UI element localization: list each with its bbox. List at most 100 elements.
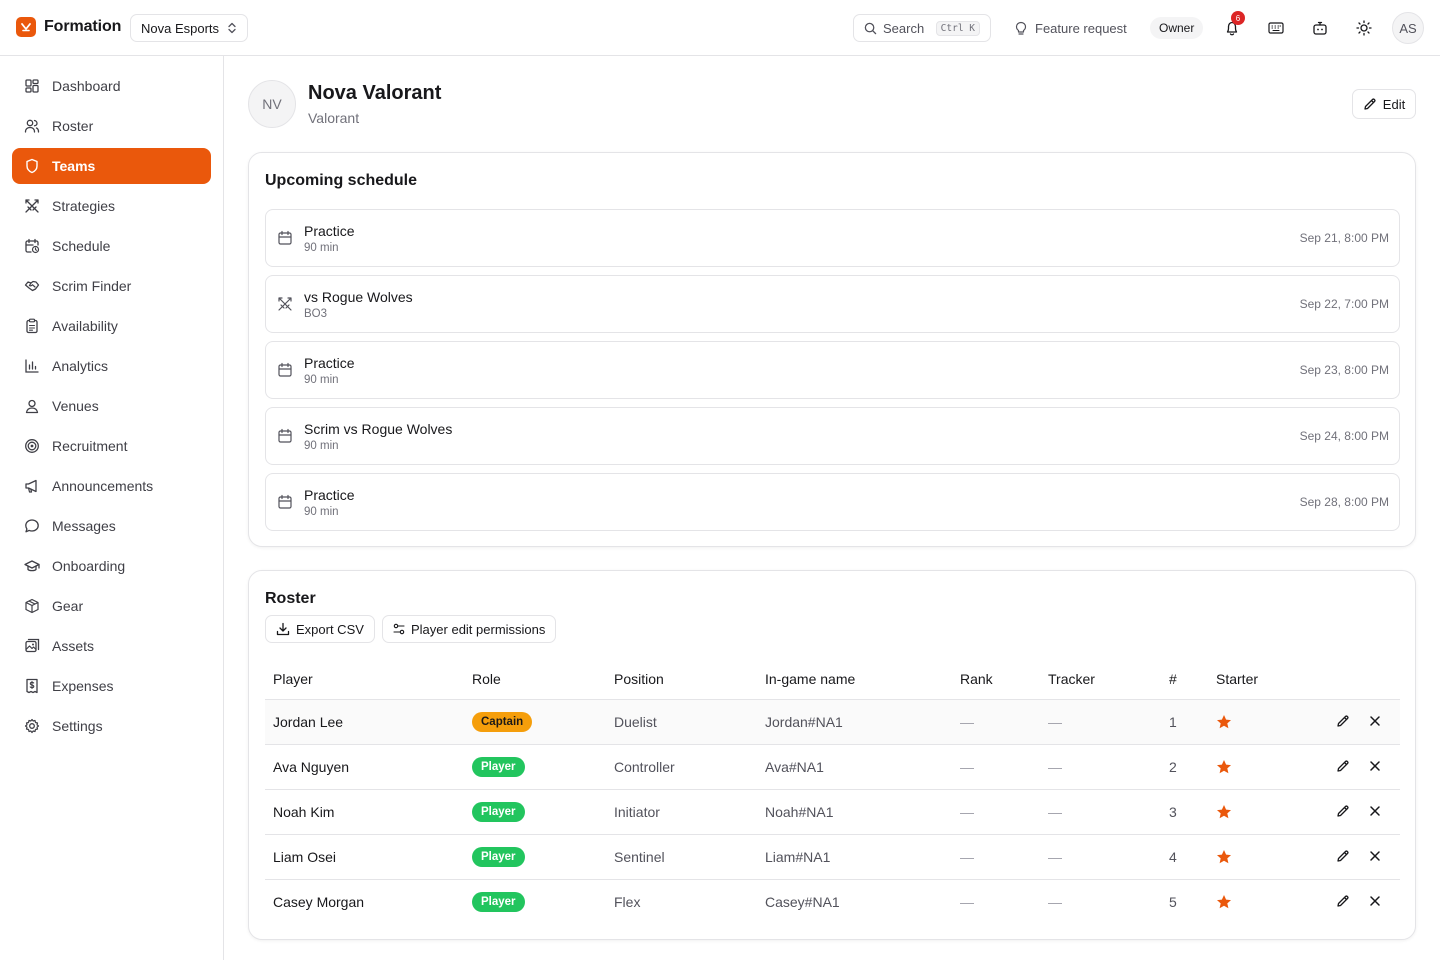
sidebar-item-dashboard[interactable]: Dashboard [12, 68, 211, 104]
pencil-icon [1364, 98, 1376, 110]
table-row[interactable]: Liam Osei Player Sentinel Liam#NA1 — — 4 [265, 834, 1400, 879]
player-position: Flex [614, 894, 641, 910]
schedule-event[interactable]: Practice 90 min Sep 28, 8:00 PM [265, 473, 1400, 531]
sidebar-item-expenses[interactable]: Expenses [12, 668, 211, 704]
sidebar-item-label: Strategies [52, 198, 116, 214]
table-row[interactable]: Jordan Lee Captain Duelist Jordan#NA1 — … [265, 699, 1400, 744]
sidebar-item-teams[interactable]: Teams [12, 148, 211, 184]
role-badge-player: Player [472, 892, 525, 912]
schedule-event[interactable]: Scrim vs Rogue Wolves 90 min Sep 24, 8:0… [265, 407, 1400, 465]
column-header-ign[interactable]: In-game name [765, 671, 855, 687]
sidebar-item-scrim-finder[interactable]: Scrim Finder [12, 268, 211, 304]
role-badge: Owner [1150, 17, 1204, 39]
player-rank: — [960, 759, 974, 775]
search-shortcut: Ctrl K [935, 20, 980, 36]
megaphone-icon [25, 479, 37, 493]
sidebar-item-venues[interactable]: Venues [12, 388, 211, 424]
remove-player-close-icon[interactable] [1368, 849, 1382, 863]
sidebar-item-availability[interactable]: Availability [12, 308, 211, 344]
starter-star-icon[interactable] [1216, 804, 1232, 820]
player-position: Sentinel [614, 849, 665, 865]
sidebar-item-roster[interactable]: Roster [12, 108, 211, 144]
sidebar-item-schedule[interactable]: Schedule [12, 228, 211, 264]
event-duration: 90 min [304, 242, 339, 254]
edit-player-pencil-icon[interactable] [1336, 759, 1350, 773]
starter-star-icon[interactable] [1216, 759, 1232, 775]
column-header-position[interactable]: Position [614, 671, 664, 687]
sidebar-item-label: Messages [52, 518, 116, 534]
feature-request-button[interactable]: Feature request [1014, 14, 1127, 42]
user-avatar[interactable]: AS [1392, 12, 1424, 44]
starter-star-icon[interactable] [1216, 849, 1232, 865]
brand[interactable]: Formation [16, 17, 121, 37]
export-csv-button[interactable]: Export CSV [265, 615, 375, 643]
table-row[interactable]: Noah Kim Player Initiator Noah#NA1 — — 3 [265, 789, 1400, 834]
schedule-event[interactable]: Practice 90 min Sep 21, 8:00 PM [265, 209, 1400, 267]
player-number: 2 [1169, 759, 1177, 775]
table-row[interactable]: Ava Nguyen Player Controller Ava#NA1 — —… [265, 744, 1400, 789]
event-duration: 90 min [304, 506, 339, 518]
event-duration: 90 min [304, 440, 339, 452]
player-rank: — [960, 804, 974, 820]
column-header-rank[interactable]: Rank [960, 671, 993, 687]
player-ign: Jordan#NA1 [765, 714, 843, 730]
event-date: Sep 24, 8:00 PM [1299, 429, 1389, 443]
event-title: Practice [304, 355, 355, 371]
edit-player-pencil-icon[interactable] [1336, 804, 1350, 818]
remove-player-close-icon[interactable] [1368, 714, 1382, 728]
sidebar-item-analytics[interactable]: Analytics [12, 348, 211, 384]
player-name: Casey Morgan [273, 894, 365, 910]
clipboard-icon [26, 318, 38, 334]
edit-player-pencil-icon[interactable] [1336, 894, 1350, 908]
edit-player-pencil-icon[interactable] [1336, 849, 1350, 863]
graduation-cap-icon [24, 560, 40, 572]
org-switcher[interactable]: Nova Esports [130, 14, 249, 42]
sidebar-item-assets[interactable]: Assets [12, 628, 211, 664]
shield-icon [26, 158, 38, 174]
sidebar-item-strategies[interactable]: Strategies [12, 188, 211, 224]
starter-star-icon[interactable] [1216, 714, 1232, 730]
sidebar-item-gear[interactable]: Gear [12, 588, 211, 624]
player-ign: Ava#NA1 [765, 759, 824, 775]
player-tracker: — [1048, 894, 1062, 910]
sidebar-item-messages[interactable]: Messages [12, 508, 211, 544]
keyboard-icon [1268, 22, 1284, 34]
edit-player-pencil-icon[interactable] [1336, 714, 1350, 728]
sidebar-item-onboarding[interactable]: Onboarding [12, 548, 211, 584]
remove-player-close-icon[interactable] [1368, 804, 1382, 818]
edit-team-button[interactable]: Edit [1352, 89, 1416, 119]
export-csv-label: Export CSV [296, 621, 364, 637]
sidebar-item-label: Settings [52, 718, 103, 734]
gear-icon [24, 718, 40, 734]
player-ign: Liam#NA1 [765, 849, 831, 865]
column-header-tracker[interactable]: Tracker [1048, 671, 1095, 687]
column-header-role[interactable]: Role [472, 671, 501, 687]
sidebar-item-recruitment[interactable]: Recruitment [12, 428, 211, 464]
map-pin-icon [25, 399, 39, 414]
column-header-starter[interactable]: Starter [1216, 671, 1258, 687]
feature-request-label: Feature request [1035, 20, 1127, 36]
calendar-icon [278, 428, 292, 443]
sidebar-item-label: Expenses [52, 678, 114, 694]
table-row[interactable]: Casey Morgan Player Flex Casey#NA1 — — 5 [265, 879, 1400, 924]
sidebar-item-label: Announcements [52, 478, 154, 494]
assistant-bot-button[interactable] [1308, 16, 1332, 40]
remove-player-close-icon[interactable] [1368, 894, 1382, 908]
search-button[interactable]: Search Ctrl K [853, 14, 991, 42]
app-name: Formation [44, 18, 122, 35]
sidebar-item-announcements[interactable]: Announcements [12, 468, 211, 504]
player-position: Initiator [614, 804, 660, 820]
sidebar-item-settings[interactable]: Settings [12, 708, 211, 744]
theme-toggle-button[interactable] [1352, 16, 1376, 40]
search-icon [864, 22, 877, 34]
starter-star-icon[interactable] [1216, 894, 1232, 910]
player-edit-permissions-button[interactable]: Player edit permissions [382, 615, 557, 643]
notification-count: 6 [1231, 11, 1245, 25]
schedule-event[interactable]: vs Rogue Wolves BO3 Sep 22, 7:00 PM [265, 275, 1400, 333]
column-header-player[interactable]: Player [273, 671, 313, 687]
keyboard-shortcuts-button[interactable] [1264, 16, 1288, 40]
schedule-event[interactable]: Practice 90 min Sep 23, 8:00 PM [265, 341, 1400, 399]
column-header-number[interactable]: # [1169, 671, 1177, 687]
notifications-button[interactable]: 6 [1220, 11, 1245, 40]
remove-player-close-icon[interactable] [1368, 759, 1382, 773]
